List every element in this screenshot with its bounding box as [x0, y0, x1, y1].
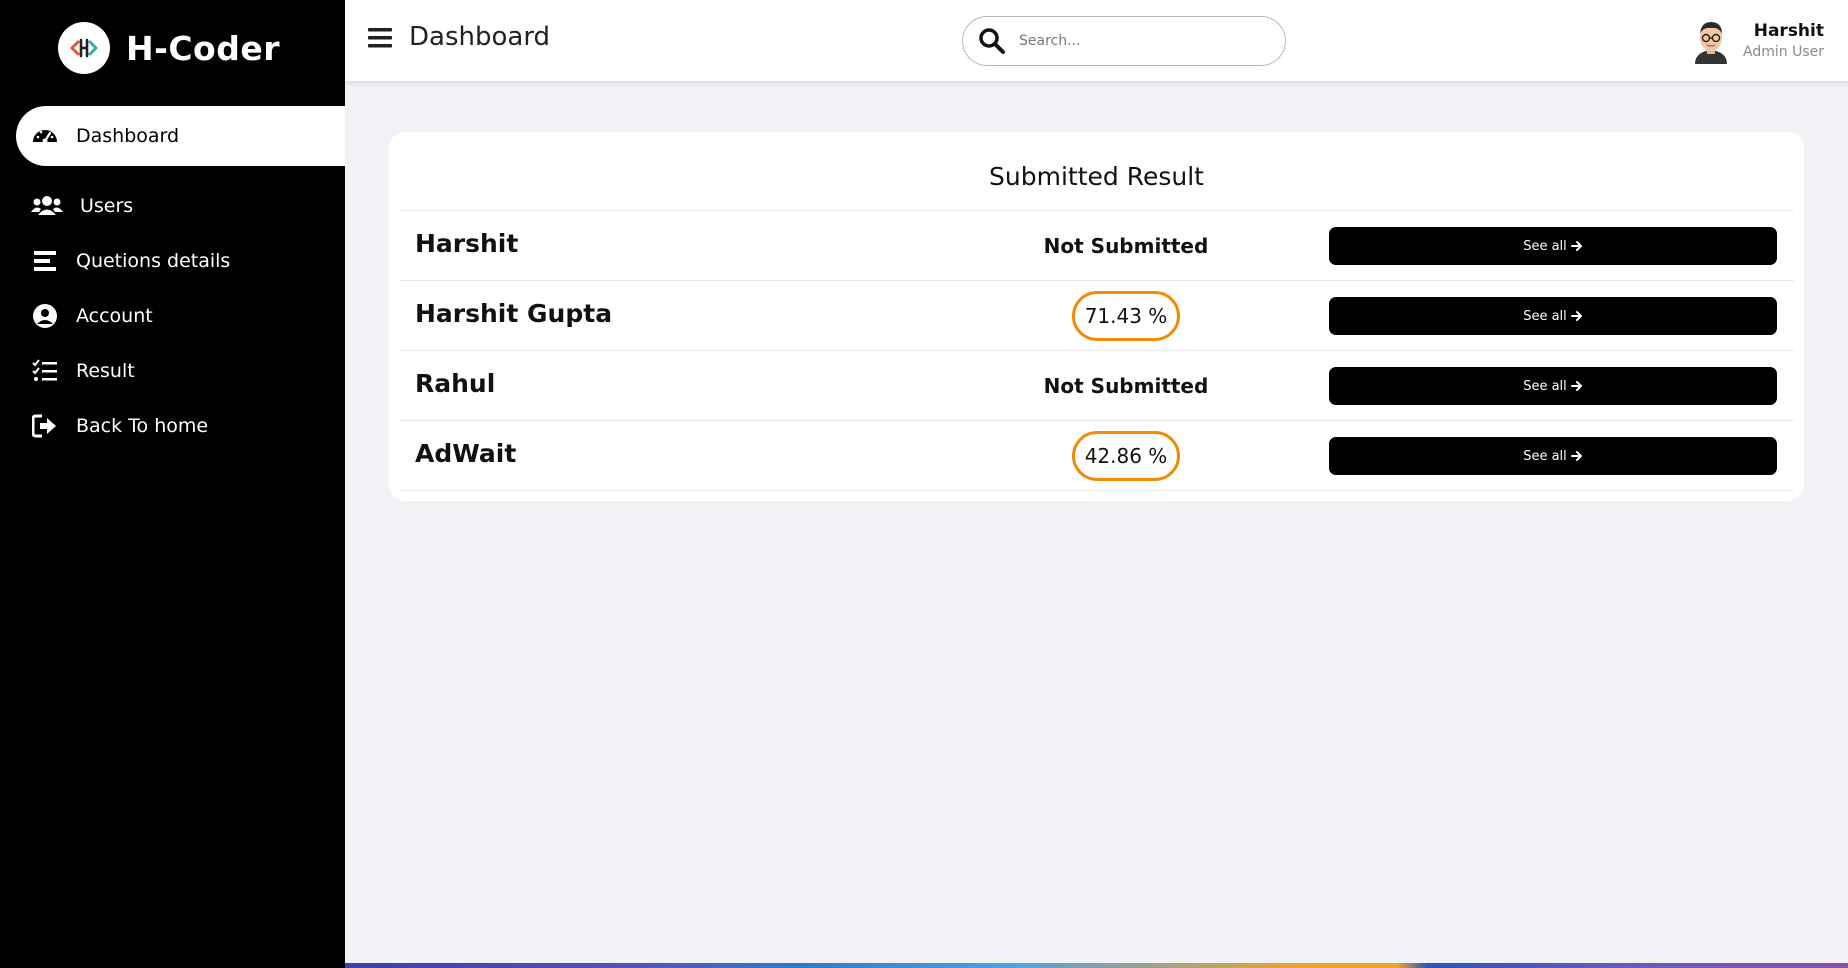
sidebar-item-label: Account — [76, 305, 153, 327]
top-header: Dashboard Search... Harshit Admin User — [345, 0, 1848, 82]
result-row: Rahul Not Submitted See all — [399, 351, 1794, 421]
see-all-label: See all — [1523, 378, 1567, 394]
see-all-button[interactable]: See all — [1329, 437, 1777, 475]
not-submitted-label: Not Submitted — [1043, 374, 1209, 398]
brand[interactable]: H-Coder — [58, 22, 280, 74]
see-all-button[interactable]: See all — [1329, 367, 1777, 405]
see-all-button[interactable]: See all — [1329, 227, 1777, 265]
page-title: Dashboard — [409, 22, 551, 52]
not-submitted-label: Not Submitted — [1043, 234, 1209, 258]
arrow-right-icon — [1570, 451, 1582, 461]
dashboard-gauge-icon — [30, 121, 60, 151]
arrow-right-icon — [1570, 311, 1582, 321]
bottom-gradient-bar — [345, 963, 1848, 968]
sign-out-icon — [30, 411, 60, 441]
search-box[interactable] — [962, 16, 1286, 66]
sidebar-item-label: Users — [80, 195, 134, 217]
result-row: Harshit Not Submitted See all — [399, 211, 1794, 281]
result-status: Not Submitted — [1006, 351, 1246, 421]
sidebar-item-questions-details[interactable]: Quetions details — [16, 231, 345, 291]
sidebar: H-Coder Dashboard Users Quetions details… — [0, 0, 345, 968]
see-all-label: See all — [1523, 238, 1567, 254]
student-name: Rahul — [415, 369, 496, 398]
arrow-right-icon — [1570, 381, 1582, 391]
sidebar-item-label: Quetions details — [76, 250, 231, 272]
sidebar-item-users[interactable]: Users — [16, 176, 345, 236]
sidebar-item-label: Result — [76, 360, 135, 382]
user-info: Harshit Admin User — [1743, 20, 1824, 62]
score-badge: 71.43 % — [1071, 291, 1181, 341]
user-name: Harshit — [1753, 21, 1824, 41]
result-status: 71.43 % — [1006, 281, 1246, 351]
result-status: 42.86 % — [1006, 421, 1246, 491]
user-circle-icon — [30, 301, 60, 331]
student-name: Harshit Gupta — [415, 299, 613, 328]
see-all-label: See all — [1523, 448, 1567, 464]
see-all-label: See all — [1523, 308, 1567, 324]
list-lines-icon — [30, 246, 60, 276]
sidebar-item-back-to-home[interactable]: Back To home — [16, 396, 345, 456]
see-all-button[interactable]: See all — [1329, 297, 1777, 335]
student-name: Harshit — [415, 229, 519, 258]
hamburger-menu-icon[interactable] — [367, 26, 393, 52]
sidebar-item-label: Back To home — [76, 415, 209, 437]
student-name: AdWait — [415, 439, 517, 468]
submitted-result-card: Submitted Result Harshit Not Submitted S… — [389, 132, 1804, 501]
search-icon[interactable] — [977, 26, 1007, 56]
user-role: Admin User — [1743, 44, 1824, 60]
sidebar-item-account[interactable]: Account — [16, 286, 345, 346]
users-icon — [30, 191, 64, 221]
brand-logo-icon — [58, 22, 110, 74]
card-title: Submitted Result — [989, 162, 1204, 191]
app-root: H-Coder Dashboard Users Quetions details… — [0, 0, 1848, 968]
results-list: Harshit Not Submitted See all Harshit Gu… — [399, 211, 1794, 491]
checklist-icon — [30, 356, 60, 386]
search-input[interactable] — [1019, 33, 1239, 49]
sidebar-item-result[interactable]: Result — [16, 341, 345, 401]
result-row: AdWait 42.86 % See all — [399, 421, 1794, 491]
result-status: Not Submitted — [1006, 211, 1246, 281]
avatar[interactable] — [1693, 18, 1729, 64]
arrow-right-icon — [1570, 241, 1582, 251]
sidebar-item-label: Dashboard — [76, 125, 180, 147]
user-profile[interactable]: Harshit Admin User — [1693, 18, 1824, 64]
score-badge: 42.86 % — [1071, 431, 1181, 481]
brand-name: H-Coder — [126, 28, 280, 68]
result-row: Harshit Gupta 71.43 % See all — [399, 281, 1794, 351]
sidebar-item-dashboard[interactable]: Dashboard — [16, 106, 345, 166]
